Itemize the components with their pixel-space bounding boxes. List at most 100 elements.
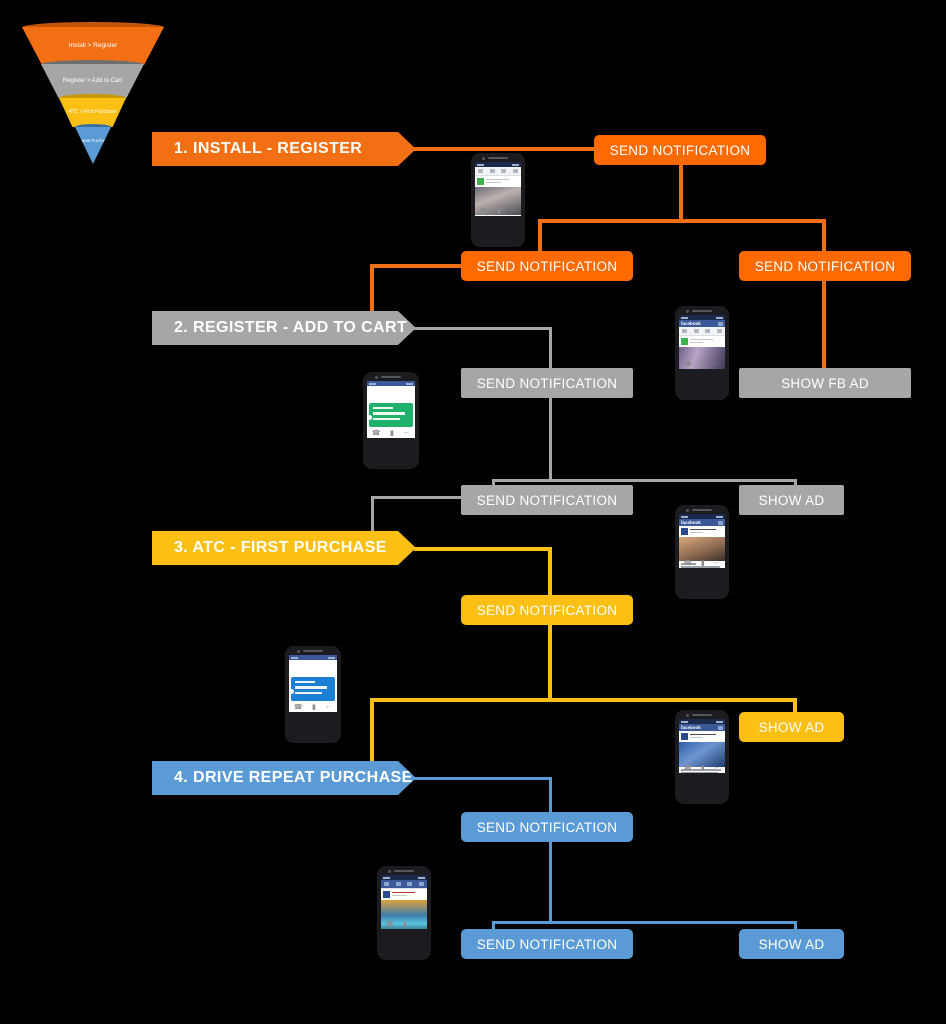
action-send-notification-s1-n1[interactable]: SEND NOTIFICATION <box>594 135 766 165</box>
home-icon: ▮ <box>402 920 407 928</box>
connector-stage4-header-to-trunk <box>414 777 552 780</box>
action-send-notification-s2-n3[interactable]: SEND NOTIFICATION <box>461 485 633 515</box>
facebook-top-bar: facebook <box>679 519 725 526</box>
connector-stage3-header-to-trunk <box>414 547 552 551</box>
facebook-logo: facebook <box>681 321 701 326</box>
stage-header-4[interactable]: 4. DRIVE REPEAT PURCHASE <box>152 761 416 795</box>
funnel-segment-1-label: Install > Register <box>68 42 118 50</box>
phone-icon: ☎ <box>479 207 489 215</box>
action-send-notification-s4-n1[interactable]: SEND NOTIFICATION <box>461 812 633 842</box>
phone-speaker-icon <box>381 376 401 378</box>
connector-stage4-split-bar <box>492 921 797 924</box>
phone-nav-bar: ☎ ▮ ← <box>475 205 521 216</box>
post-header <box>381 889 427 900</box>
connector-stage2-header-to-trunk <box>414 327 552 330</box>
action-label: SHOW AD <box>758 936 825 952</box>
stage-header-3[interactable]: 3. ATC - FIRST PURCHASE <box>152 531 416 565</box>
phone-screen: ☎ ▮ ← <box>475 162 521 216</box>
back-icon: ← <box>713 360 721 367</box>
phone-mockup-5: ☎ ▮ ← <box>285 646 341 743</box>
action-send-notification-s2-n1[interactable]: SEND NOTIFICATION <box>461 368 633 398</box>
action-show-ad-s4-n3[interactable]: SHOW AD <box>739 929 844 959</box>
phone-mockup-3: ☎ ▮ ← <box>363 372 419 469</box>
action-label: SEND NOTIFICATION <box>609 142 751 158</box>
action-label: SEND NOTIFICATION <box>476 492 618 508</box>
phone-nav-bar: ☎ ▮ ← <box>289 701 337 712</box>
action-label: SHOW AD <box>758 492 825 508</box>
post-author-lines <box>392 891 425 898</box>
action-send-notification-s4-n2[interactable]: SEND NOTIFICATION <box>461 929 633 959</box>
home-icon: ▮ <box>700 360 705 368</box>
phone-icon: ☎ <box>683 559 693 567</box>
action-label: SEND NOTIFICATION <box>476 819 618 835</box>
facebook-tabs <box>679 327 725 336</box>
back-icon: ← <box>325 703 333 710</box>
phone-mockup-2: facebook ☎ ▮ ← <box>675 306 729 400</box>
phone-icon: ☎ <box>371 429 381 437</box>
funnel-segment-4-label: Repeat Purchase <box>76 138 110 144</box>
connector-stage1-node1-trunk <box>679 163 683 221</box>
phone-status-bar <box>289 655 337 660</box>
connector-stage4-trunk <box>549 777 552 924</box>
phone-screen: facebook ☎ ▮ ← <box>679 719 725 773</box>
post-author-lines <box>486 178 519 185</box>
phone-speaker-icon <box>692 310 712 312</box>
action-show-fb-ad-s2-n2[interactable]: SHOW FB AD <box>739 368 911 398</box>
action-send-notification-s1-n3[interactable]: SEND NOTIFICATION <box>739 251 911 281</box>
phone-status-bar <box>367 381 415 386</box>
phone-icon: ☎ <box>293 703 303 711</box>
action-label: SEND NOTIFICATION <box>476 602 618 618</box>
diagram-canvas: Install > Register Register > Add to Car… <box>0 0 946 1024</box>
phone-nav-bar: ☎ ▮ ← <box>679 762 725 773</box>
phone-speaker-icon <box>692 714 712 716</box>
action-label: SEND NOTIFICATION <box>476 936 618 952</box>
post-author-lines <box>690 528 723 535</box>
stage-header-2[interactable]: 2. REGISTER - ADD TO CART <box>152 311 416 345</box>
home-icon: ▮ <box>700 559 705 567</box>
action-show-ad-s2-n4[interactable]: SHOW AD <box>739 485 844 515</box>
action-send-notification-s1-n2[interactable]: SEND NOTIFICATION <box>461 251 633 281</box>
back-icon: ← <box>713 559 721 566</box>
connector-stage2-split-bar <box>492 479 797 482</box>
stage-header-1-label: 1. INSTALL - REGISTER <box>174 140 363 157</box>
messenger-icon <box>718 725 723 730</box>
messenger-icon <box>718 520 723 525</box>
phone-speaker-icon <box>692 509 712 511</box>
avatar <box>477 178 484 185</box>
facebook-tabs <box>475 167 521 176</box>
action-show-ad-s3-n2[interactable]: SHOW AD <box>739 712 844 742</box>
phone-nav-bar: ☎ ▮ ← <box>679 358 725 369</box>
avatar <box>681 338 688 345</box>
conversion-funnel: Install > Register Register > Add to Car… <box>14 10 164 190</box>
action-label: SEND NOTIFICATION <box>754 258 896 274</box>
phone-icon: ☎ <box>385 920 395 928</box>
phone-mockup-7: ☎ ▮ ← <box>377 866 431 960</box>
funnel-segment-2-label: Register > Add to Cart <box>62 77 123 84</box>
phone-speaker-icon <box>303 650 323 652</box>
home-icon: ▮ <box>496 207 501 215</box>
phone-screen: facebook ☎ ▮ ← <box>679 514 725 568</box>
post-author-lines <box>690 733 723 740</box>
stage-header-1[interactable]: 1. INSTALL - REGISTER <box>152 132 416 166</box>
home-icon: ▮ <box>311 703 316 711</box>
notification-badge <box>289 688 295 694</box>
action-send-notification-s3-n1[interactable]: SEND NOTIFICATION <box>461 595 633 625</box>
facebook-top-bar: facebook <box>679 724 725 731</box>
phone-nav-bar: ☎ ▮ ← <box>367 427 415 438</box>
phone-mockup-4: facebook ☎ ▮ ← <box>675 505 729 599</box>
avatar <box>383 891 390 898</box>
facebook-top-bar: facebook <box>679 320 725 327</box>
phone-camera-icon <box>482 156 485 160</box>
funnel-segment-3: ATC > First Purchase <box>59 98 126 127</box>
phone-screen: ☎ ▮ ← <box>381 875 427 929</box>
phone-speaker-icon <box>488 157 508 159</box>
connector-stage1-node2-tail-h <box>370 264 465 268</box>
facebook-logo: facebook <box>681 725 701 730</box>
funnel-segment-4: Repeat Purchase <box>75 127 111 164</box>
stage-header-4-label: 4. DRIVE REPEAT PURCHASE <box>174 769 413 786</box>
connector-stage2-trunk <box>549 327 552 481</box>
messenger-icon <box>718 321 723 326</box>
funnel-segment-3-label: ATC > First Purchase <box>68 108 117 115</box>
phone-mockup-6: facebook ☎ ▮ ← <box>675 710 729 804</box>
push-notification-card-green <box>367 402 413 428</box>
